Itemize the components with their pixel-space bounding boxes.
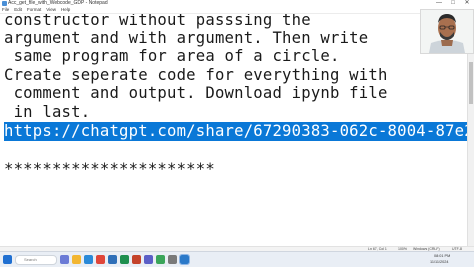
menu-view[interactable]: View [46, 7, 56, 13]
word-icon[interactable] [108, 255, 117, 264]
menu-format[interactable]: Format [27, 7, 41, 13]
powerpoint-icon[interactable] [132, 255, 141, 264]
minimize-button[interactable]: — [432, 0, 446, 7]
task-view-icon[interactable] [60, 255, 69, 264]
text-line: Create seperate code for everything with [4, 66, 388, 84]
notepad-app-icon [2, 1, 7, 6]
text-line: argument and with argument. Then write [4, 29, 369, 47]
scrollbar-thumb[interactable] [469, 62, 473, 104]
presenter-photo [421, 10, 473, 53]
menu-edit[interactable]: Edit [14, 7, 22, 13]
window-controls: — □ ✕ [432, 0, 474, 7]
notepad-taskbar-icon[interactable] [179, 254, 190, 265]
webcam-overlay [420, 9, 474, 54]
text-line: comment and output. Download ipynb file [4, 84, 388, 102]
selected-url-line: https://chatgpt.com/share/67290383-062c-… [4, 122, 468, 141]
menubar: File Edit Format View Help [0, 7, 474, 14]
chrome-icon[interactable] [96, 255, 105, 264]
edge-icon[interactable] [84, 255, 93, 264]
app-icon[interactable] [156, 255, 165, 264]
teams-icon[interactable] [144, 255, 153, 264]
text-line: same program for area of a circle. [4, 47, 340, 65]
window-title: Acc_get_file_with_Webcode_GDP - Notepad [8, 0, 108, 6]
text-line: ********************** [4, 160, 215, 178]
start-icon[interactable] [3, 255, 12, 264]
excel-icon[interactable] [120, 255, 129, 264]
settings-icon[interactable] [168, 255, 177, 264]
maximize-button[interactable]: □ [446, 0, 460, 7]
menu-help[interactable]: Help [61, 7, 70, 13]
clock-time[interactable]: 08:01 PM [434, 254, 450, 259]
text-line: in last. [4, 103, 91, 121]
menu-file[interactable]: File [2, 7, 9, 13]
text-line: constructor without passsing the [4, 14, 311, 29]
search-placeholder: Search [24, 257, 37, 262]
taskbar: Search 08:01 PM 11/11/2024 [0, 251, 474, 267]
clock-date[interactable]: 11/11/2024 [430, 260, 448, 265]
file-explorer-icon[interactable] [72, 255, 81, 264]
taskbar-search[interactable]: Search [15, 255, 57, 265]
text-editor[interactable]: constructor without passsing the argumen… [0, 14, 468, 246]
close-button[interactable]: ✕ [460, 0, 474, 7]
